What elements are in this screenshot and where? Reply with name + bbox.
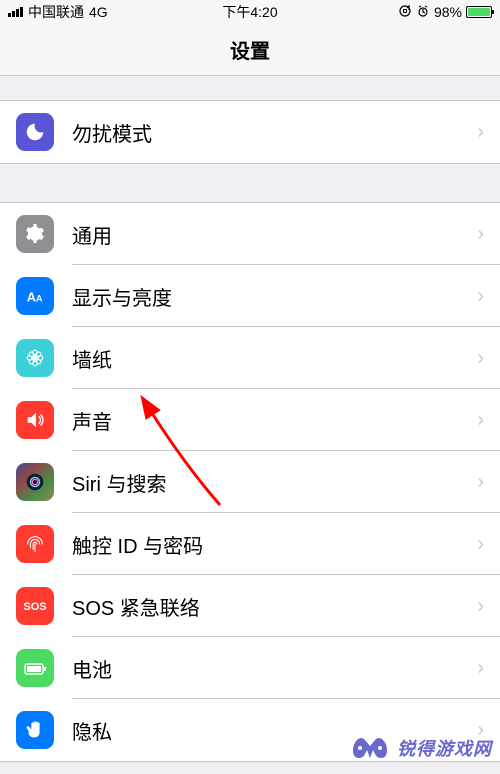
- moon-icon: [16, 113, 54, 151]
- list-group-1: 勿扰模式 ›: [0, 100, 500, 164]
- row-wallpaper[interactable]: 墙纸 ›: [0, 327, 500, 389]
- chevron-right-icon: ›: [477, 471, 484, 494]
- carrier-label: 中国联通: [28, 2, 84, 22]
- fingerprint-icon: [16, 525, 54, 563]
- status-left: 中国联通 4G: [8, 2, 108, 22]
- page-title: 设置: [230, 35, 270, 64]
- chevron-right-icon: ›: [477, 657, 484, 680]
- battery-pct: 98%: [434, 4, 462, 20]
- chevron-right-icon: ›: [477, 223, 484, 246]
- row-do-not-disturb[interactable]: 勿扰模式 ›: [0, 101, 500, 163]
- text-icon: AA: [16, 277, 54, 315]
- row-siri[interactable]: Siri 与搜索 ›: [0, 451, 500, 513]
- chevron-right-icon: ›: [477, 533, 484, 556]
- row-display[interactable]: AA 显示与亮度 ›: [0, 265, 500, 327]
- section-spacer: [0, 164, 500, 202]
- row-label: 声音: [72, 406, 477, 435]
- hand-icon: [16, 711, 54, 749]
- alarm-icon: [416, 4, 430, 21]
- network-label: 4G: [89, 4, 108, 20]
- row-label: 电池: [72, 654, 477, 683]
- battery-status-icon: [466, 6, 492, 18]
- watermark: 锐得游戏网: [349, 730, 492, 766]
- row-label: Siri 与搜索: [72, 468, 477, 497]
- row-battery[interactable]: 电池 ›: [0, 637, 500, 699]
- rotation-lock-icon: [398, 4, 412, 21]
- row-label: SOS 紧急联络: [72, 592, 477, 621]
- watermark-text: 锐得游戏网: [397, 735, 492, 761]
- row-label: 通用: [72, 220, 477, 249]
- battery-icon: [16, 649, 54, 687]
- flower-icon: [16, 339, 54, 377]
- gear-icon: [16, 215, 54, 253]
- row-label: 勿扰模式: [72, 118, 477, 147]
- row-general[interactable]: 通用 ›: [0, 203, 500, 265]
- signal-icon: [8, 7, 23, 17]
- row-sound[interactable]: 声音 ›: [0, 389, 500, 451]
- sos-icon: SOS: [16, 587, 54, 625]
- status-bar: 中国联通 4G 下午4:20 98%: [0, 0, 500, 24]
- watermark-logo-icon: [349, 730, 391, 766]
- section-spacer: [0, 76, 500, 100]
- chevron-right-icon: ›: [477, 595, 484, 618]
- row-label: 触控 ID 与密码: [72, 530, 477, 559]
- svg-text:A: A: [27, 290, 36, 305]
- row-touchid[interactable]: 触控 ID 与密码 ›: [0, 513, 500, 575]
- svg-text:A: A: [36, 294, 43, 304]
- row-sos[interactable]: SOS SOS 紧急联络 ›: [0, 575, 500, 637]
- status-right: 98%: [398, 4, 492, 21]
- chevron-right-icon: ›: [477, 409, 484, 432]
- status-time: 下午4:20: [222, 2, 277, 22]
- list-group-2: 通用 › AA 显示与亮度 › 墙纸 › 声音 › Siri 与搜索 ›: [0, 202, 500, 762]
- sound-icon: [16, 401, 54, 439]
- row-label: 显示与亮度: [72, 282, 477, 311]
- chevron-right-icon: ›: [477, 285, 484, 308]
- chevron-right-icon: ›: [477, 121, 484, 144]
- svg-text:SOS: SOS: [23, 601, 46, 613]
- chevron-right-icon: ›: [477, 347, 484, 370]
- row-label: 墙纸: [72, 344, 477, 373]
- siri-icon: [16, 463, 54, 501]
- nav-bar: 设置: [0, 24, 500, 76]
